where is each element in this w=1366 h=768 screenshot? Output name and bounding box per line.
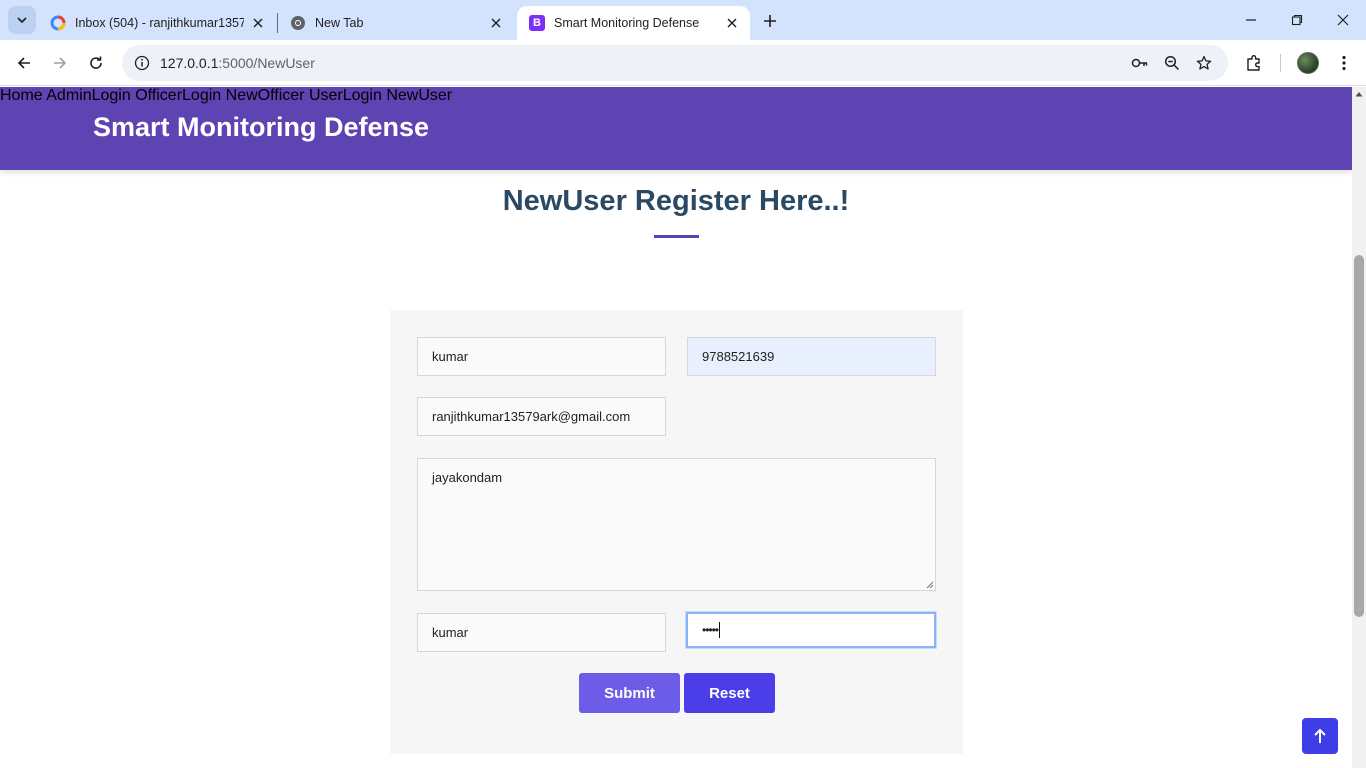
text-caret	[719, 622, 721, 638]
nav-new-officer[interactable]: NewOfficer	[226, 87, 305, 104]
name-input[interactable]: kumar	[417, 337, 666, 376]
plus-icon	[764, 15, 776, 27]
tab-title: New Tab	[315, 16, 364, 30]
puzzle-icon	[1247, 55, 1260, 71]
url-text: 127.0.0.1:5000/NewUser	[160, 55, 315, 71]
username-value: kumar	[432, 625, 469, 640]
nav-user-login[interactable]: UserLogin	[309, 87, 382, 104]
address-value: jayakondam	[432, 470, 503, 485]
arrow-left-icon	[17, 57, 30, 69]
browser-toolbar: 127.0.0.1:5000/NewUser	[0, 40, 1366, 86]
back-button[interactable]	[8, 47, 40, 79]
reload-icon	[90, 56, 102, 69]
page-scrollbar[interactable]	[1352, 87, 1366, 768]
extensions-button[interactable]	[1238, 47, 1270, 79]
minimize-button[interactable]	[1228, 0, 1274, 40]
password-mask: •••••	[702, 623, 719, 637]
minimize-icon	[1246, 19, 1256, 21]
url-path: :5000/NewUser	[218, 55, 315, 71]
email-input[interactable]: ranjithkumar13579ark@gmail.com	[417, 397, 666, 436]
scroll-up-icon[interactable]	[1354, 89, 1364, 99]
site-brand[interactable]: Smart Monitoring Defense	[93, 112, 429, 143]
chrome-icon	[290, 15, 306, 31]
tab-smart-monitoring[interactable]: B Smart Monitoring Defense	[517, 6, 750, 40]
forward-button[interactable]	[44, 47, 76, 79]
tab-search-button[interactable]	[8, 6, 36, 34]
zoom-icon[interactable]	[1160, 51, 1184, 75]
nav-officer-login[interactable]: OfficerLogin	[135, 87, 221, 104]
tab-title: Inbox (504) - ranjithkumar13579	[75, 16, 244, 30]
arrow-right-icon	[54, 57, 67, 69]
mobile-value: 9788521639	[702, 349, 775, 364]
close-icon	[1337, 14, 1349, 26]
tab-title: Smart Monitoring Defense	[554, 16, 700, 30]
site-header: Smart Monitoring Defense Home AdminLogin…	[0, 87, 1352, 170]
address-textarea[interactable]: jayakondam	[417, 458, 936, 591]
email-value: ranjithkumar13579ark@gmail.com	[432, 409, 631, 424]
new-tab-button[interactable]	[756, 7, 784, 35]
nav-home[interactable]: Home	[0, 87, 43, 104]
site-info-icon[interactable]	[130, 51, 154, 75]
page-title: NewUser Register Here..!	[502, 185, 850, 217]
url-host: 127.0.0.1	[160, 55, 219, 71]
password-key-icon[interactable]	[1128, 51, 1152, 75]
arrow-up-icon	[1314, 728, 1326, 743]
close-tab-icon[interactable]	[250, 15, 266, 31]
resize-grip-icon[interactable]	[925, 580, 934, 589]
username-input[interactable]: kumar	[417, 613, 666, 652]
profile-avatar[interactable]	[1297, 52, 1319, 74]
close-tab-icon[interactable]	[724, 15, 740, 31]
title-underline	[654, 235, 699, 238]
scroll-thumb[interactable]	[1354, 255, 1364, 617]
nav-new-user[interactable]: NewUser	[386, 87, 452, 104]
submit-button[interactable]: Submit	[579, 673, 680, 713]
chevron-down-icon	[17, 17, 27, 24]
address-bar[interactable]: 127.0.0.1:5000/NewUser	[122, 45, 1228, 81]
bootstrap-icon: B	[529, 15, 545, 31]
close-tab-icon[interactable]	[488, 15, 504, 31]
restore-button[interactable]	[1274, 0, 1320, 40]
reload-button[interactable]	[80, 47, 112, 79]
restore-icon	[1291, 14, 1303, 26]
bookmark-star-icon[interactable]	[1192, 51, 1216, 75]
tab-gmail-inbox[interactable]: Inbox (504) - ranjithkumar13579	[38, 6, 276, 40]
name-value: kumar	[432, 349, 469, 364]
password-input[interactable]: •••••	[686, 612, 936, 648]
gmail-icon	[50, 15, 66, 31]
close-window-button[interactable]	[1320, 0, 1366, 40]
nav-admin-login[interactable]: AdminLogin	[46, 87, 131, 104]
mobile-input[interactable]: 9788521639	[687, 337, 936, 376]
tab-new-tab[interactable]: New Tab	[278, 6, 514, 40]
registration-form: kumar 9788521639 ranjithkumar13579ark@gm…	[390, 310, 963, 754]
browser-tab-strip: Inbox (504) - ranjithkumar13579 New Tab …	[0, 0, 1366, 40]
more-vert-icon	[1342, 55, 1346, 71]
page-viewport: Smart Monitoring Defense Home AdminLogin…	[0, 87, 1352, 768]
chrome-menu-button[interactable]	[1328, 47, 1360, 79]
reset-button[interactable]: Reset	[684, 673, 775, 713]
back-to-top-button[interactable]	[1302, 718, 1338, 754]
toolbar-divider	[1280, 54, 1281, 72]
bootstrap-letter: B	[529, 15, 545, 31]
